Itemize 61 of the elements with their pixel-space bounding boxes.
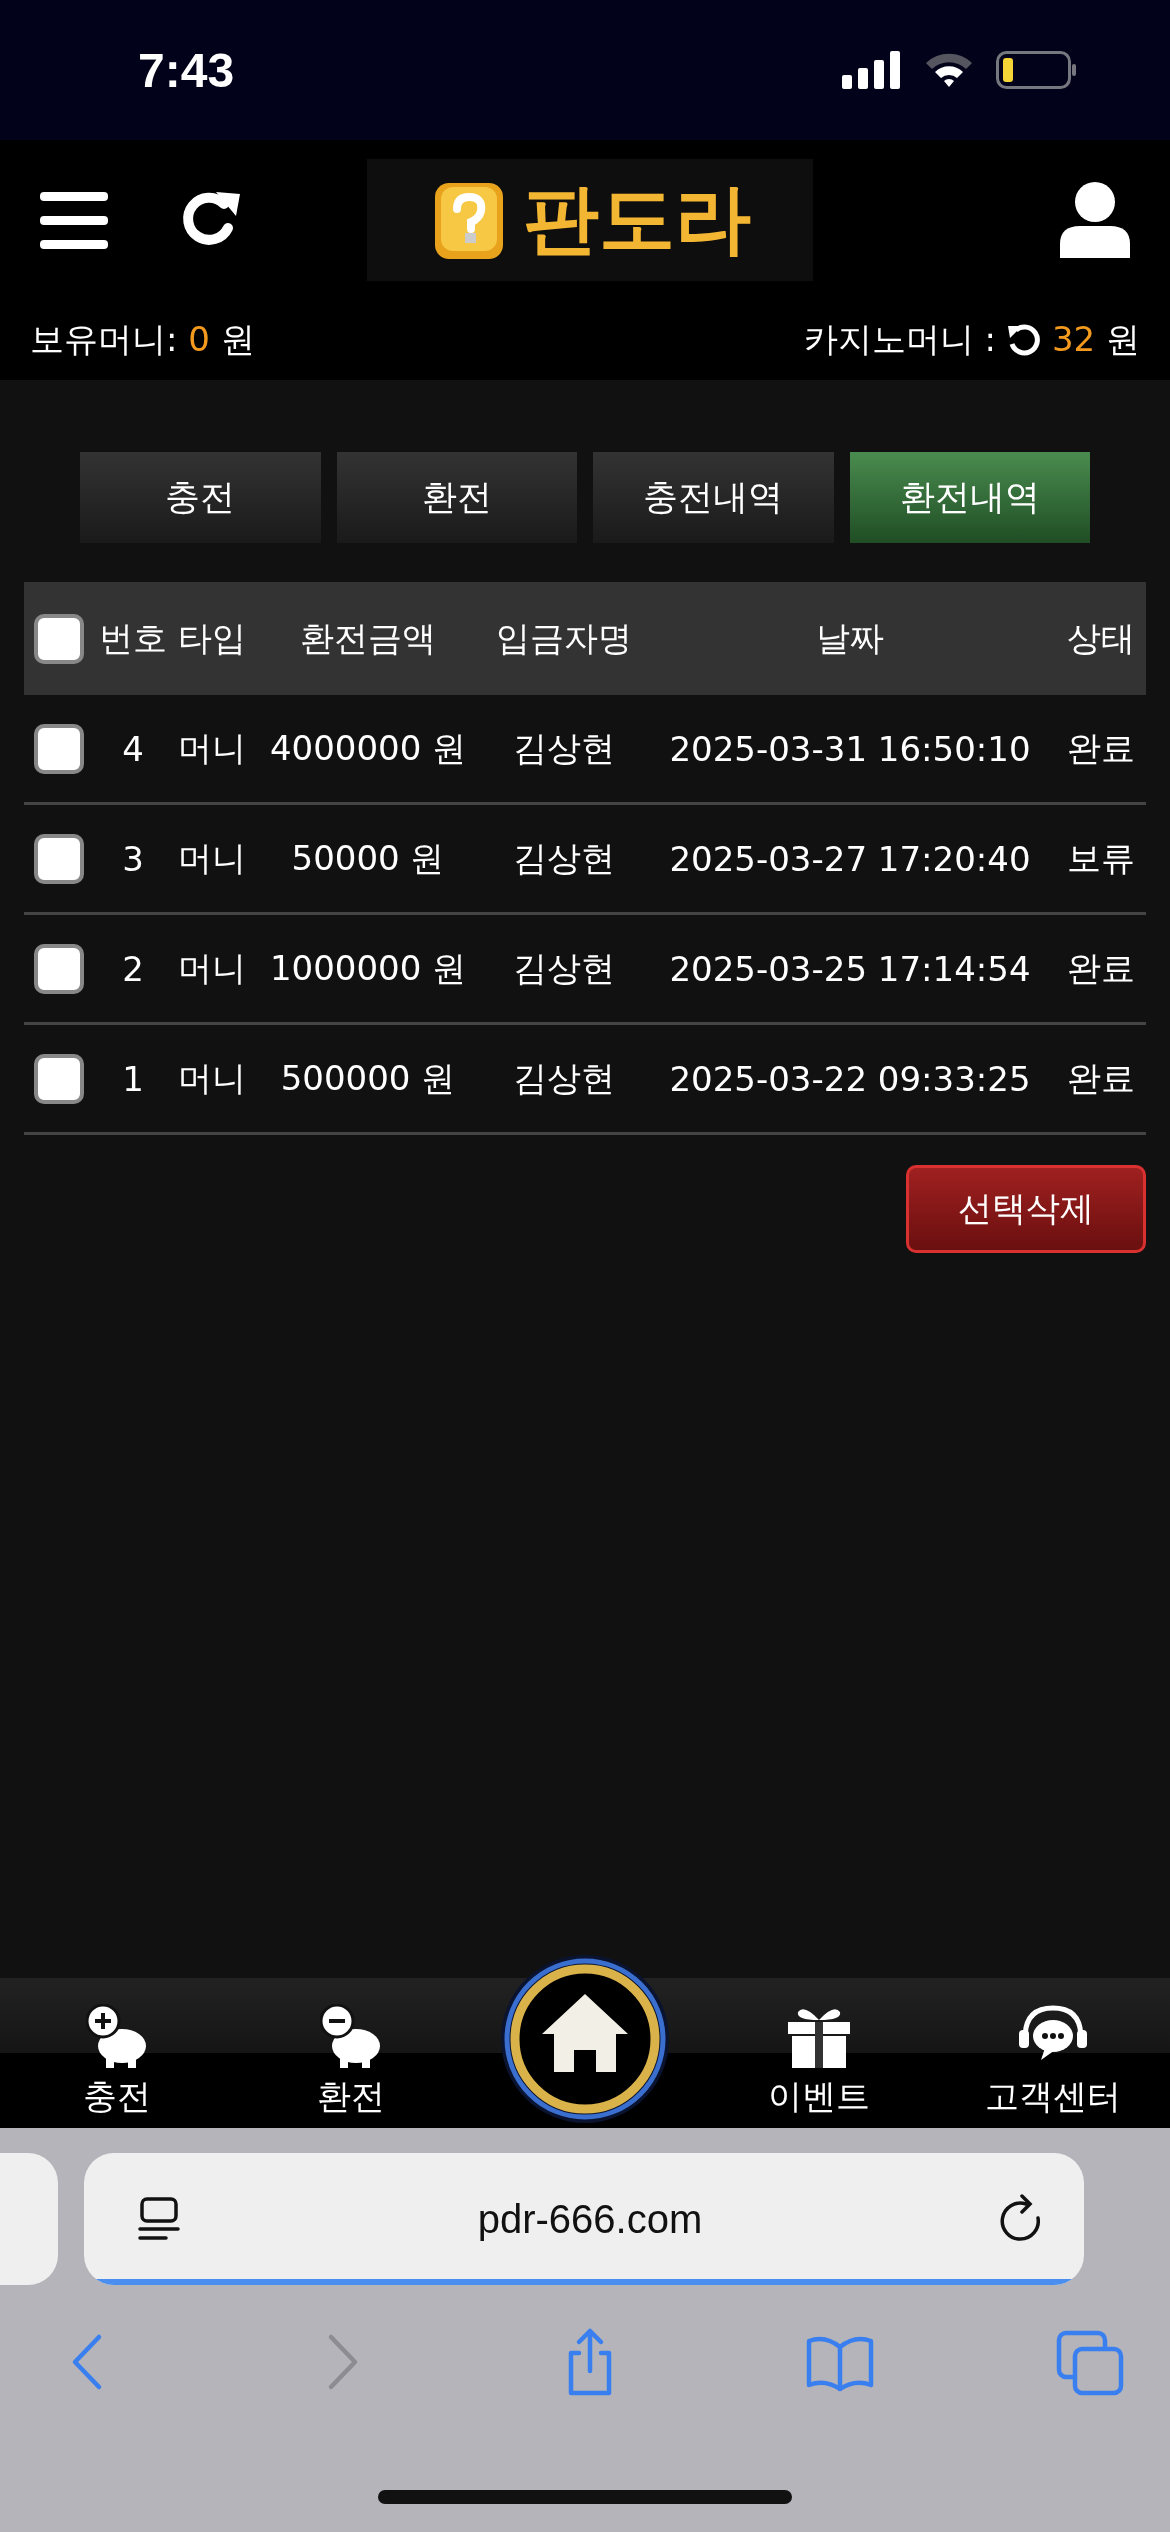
column-header: 상태	[1066, 616, 1136, 660]
row-checkbox[interactable]	[34, 723, 84, 774]
address-bar[interactable]: pdr-666.com	[84, 2153, 1084, 2285]
table-cell-text: 2025-03-22 09:33:25	[668, 1058, 1032, 1099]
wifi-icon	[924, 51, 974, 89]
nav-label[interactable]: 이벤트	[768, 2074, 870, 2120]
table-cell-text: 2025-03-31 16:50:10	[668, 728, 1032, 769]
tab[interactable]: 충전	[80, 452, 321, 543]
table-cell-text: 2	[121, 948, 145, 989]
row-checkbox[interactable]	[34, 833, 84, 884]
column-header: 번호	[98, 616, 168, 660]
table-cell-text: 머니	[177, 946, 247, 990]
table-cell-text: 1000000 원	[268, 946, 468, 990]
tab[interactable]: 충전내역	[593, 452, 834, 543]
table-cell-text: 김상현	[512, 836, 616, 880]
menu-icon[interactable]	[40, 190, 108, 250]
url-text: pdr-666.com	[477, 2196, 703, 2242]
table-cell-text: 1	[121, 1058, 145, 1099]
user-icon[interactable]	[1060, 182, 1130, 258]
table-cell-text: 완료	[1066, 1056, 1136, 1100]
select-all-checkbox[interactable]	[34, 613, 84, 664]
table-cell-text: 4	[121, 728, 145, 769]
delete-selected-button[interactable]: 선택삭제	[906, 1165, 1146, 1253]
piggy-minus-icon[interactable]	[320, 2004, 382, 2068]
table-cell-text: 4000000 원	[268, 726, 468, 770]
table-cell-text: 김상현	[512, 1056, 616, 1100]
logo[interactable]: 판도라	[367, 159, 813, 281]
table-cell-text: 완료	[1066, 946, 1136, 990]
battery-icon	[996, 51, 1078, 89]
row-checkbox[interactable]	[34, 943, 84, 994]
page-menu-icon[interactable]	[136, 2196, 182, 2242]
column-header: 타입	[177, 616, 247, 660]
status-time: 7:43	[138, 42, 235, 98]
table-cell-text: 2025-03-25 17:14:54	[668, 948, 1032, 989]
piggy-plus-icon[interactable]	[86, 2004, 148, 2068]
table-cell-text: 2025-03-27 17:20:40	[668, 838, 1032, 879]
row-checkbox[interactable]	[34, 1053, 84, 1104]
balance-label: 보유머니: 0 원	[30, 318, 255, 361]
table-cell-text: 보류	[1066, 836, 1136, 880]
nav-label[interactable]: 고객센터	[985, 2074, 1121, 2120]
signal-icon	[842, 51, 902, 89]
table-cell-text: 50000 원	[290, 836, 446, 880]
home-button[interactable]	[500, 1954, 670, 2124]
casino-money-label: 카지노머니 :	[803, 318, 996, 361]
column-header: 입금자명	[495, 616, 633, 660]
table-cell-text: 머니	[177, 836, 247, 880]
tab[interactable]: 환전	[336, 452, 577, 543]
nav-label[interactable]: 환전	[317, 2074, 385, 2120]
table-cell-text: 김상현	[512, 726, 616, 770]
table-cell-text: 김상현	[512, 946, 616, 990]
casino-money-value: 32 원	[1051, 318, 1140, 361]
column-header: 날짜	[815, 616, 885, 660]
reload-icon[interactable]	[1005, 322, 1042, 358]
table-cell-text: 머니	[177, 1056, 247, 1100]
nav-label[interactable]: 충전	[83, 2074, 151, 2120]
table-cell-text: 3	[121, 838, 145, 879]
table-cell-text: 500000 원	[279, 1056, 457, 1100]
table-cell-text: 완료	[1066, 726, 1136, 770]
column-header: 환전금액	[299, 616, 437, 660]
tab[interactable]: 환전내역	[849, 452, 1090, 543]
table-cell-text: 머니	[177, 726, 247, 770]
